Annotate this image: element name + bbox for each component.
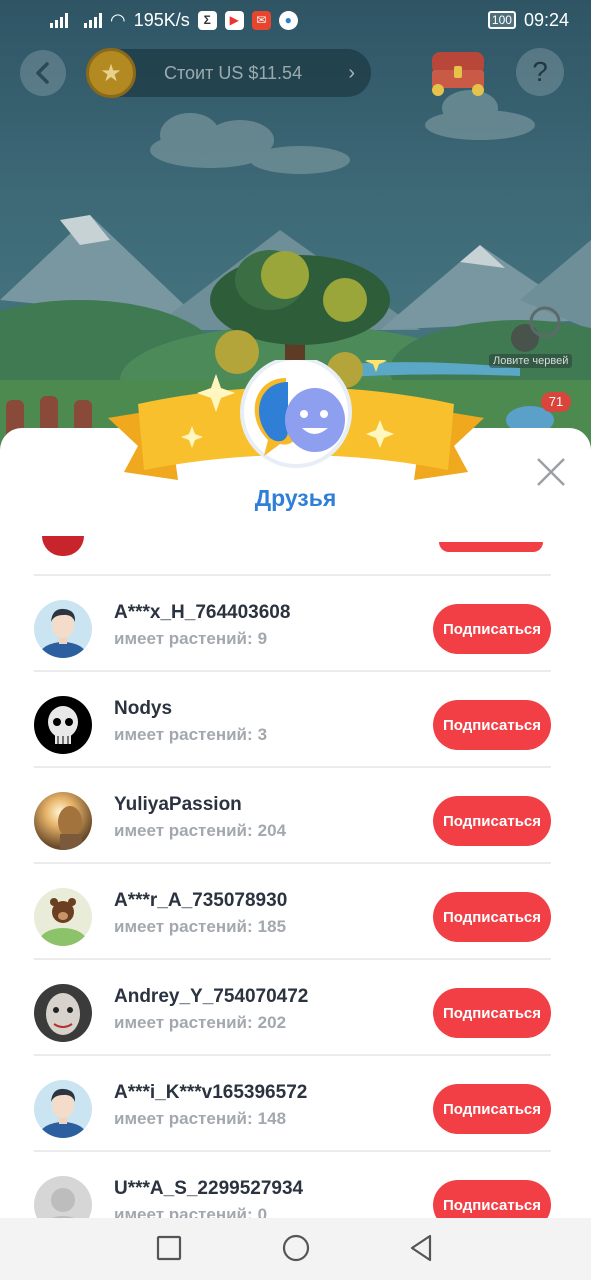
- coin-star-icon: ★: [86, 48, 136, 98]
- sigma-app-icon: Σ: [197, 10, 217, 30]
- catch-worms-label[interactable]: Ловите червей: [489, 354, 573, 368]
- bear-avatar-icon: [34, 888, 92, 946]
- plants-count: имеет растений: 9: [114, 629, 268, 648]
- follow-button-partial[interactable]: [439, 542, 543, 552]
- close-icon[interactable]: [532, 453, 570, 491]
- username: A***x_H_764403608: [114, 602, 291, 623]
- username: Nodys: [114, 698, 173, 719]
- avatar: [34, 1176, 92, 1218]
- youtube-icon: ▶: [224, 10, 244, 30]
- friends-ribbon-banner: [108, 360, 484, 480]
- default-avatar-icon: [34, 1080, 92, 1138]
- follow-button[interactable]: Подписаться: [433, 988, 551, 1038]
- avatar: [34, 1080, 92, 1138]
- username: A***i_K***v165396572: [114, 1082, 308, 1103]
- home-circle-icon[interactable]: [281, 1233, 311, 1263]
- avatar: [34, 792, 92, 850]
- username: YuliyaPassion: [114, 794, 242, 815]
- skull-avatar-icon: [34, 696, 92, 754]
- navigation-bar: [0, 1218, 591, 1280]
- plants-count: имеет растений: 3: [114, 725, 268, 744]
- follow-button[interactable]: Подписаться: [433, 604, 551, 654]
- list-item-partial: [34, 528, 551, 576]
- avatar: [42, 536, 84, 556]
- username: U***A_S_2299527934: [114, 1178, 304, 1199]
- list-item: A***i_K***v165396572 имеет растений: 148 …: [34, 1054, 551, 1150]
- list-item: Andrey_Y_754070472 имеет растений: 202 По…: [34, 958, 551, 1054]
- help-button[interactable]: ?: [516, 48, 564, 96]
- follow-button[interactable]: Подписаться: [433, 700, 551, 750]
- avatar: [34, 600, 92, 658]
- back-triangle-icon[interactable]: [406, 1233, 436, 1263]
- friends-list[interactable]: A***x_H_764403608 имеет растений: 9 Подпи…: [34, 528, 551, 1218]
- recent-apps-square-icon[interactable]: [154, 1233, 184, 1263]
- back-button[interactable]: [20, 50, 66, 96]
- avatar: [34, 696, 92, 754]
- plants-count: имеет растений: 0: [114, 1205, 268, 1218]
- list-item: A***x_H_764403608 имеет растений: 9 Подпи…: [34, 574, 551, 670]
- clown-avatar-icon: [34, 984, 92, 1042]
- plants-count: имеет растений: 204: [114, 821, 287, 840]
- signal-icon: [84, 12, 102, 28]
- plants-count: имеет растений: 185: [114, 917, 287, 936]
- list-item: A***r_A_735078930 имеет растений: 185 Под…: [34, 862, 551, 958]
- placeholder-avatar-icon: [34, 1176, 92, 1218]
- signal-icon: [50, 12, 68, 28]
- photo-avatar-icon: [34, 792, 92, 850]
- username: A***r_A_735078930: [114, 890, 288, 911]
- wifi-icon: ◠: [110, 9, 126, 30]
- list-item: YuliyaPassion имеет растений: 204 Подписа…: [34, 766, 551, 862]
- price-label: Стоит US $11.54: [164, 62, 303, 83]
- avatar: [34, 888, 92, 946]
- treasure-chest-icon[interactable]: [428, 44, 488, 96]
- follow-button[interactable]: Подписаться: [433, 892, 551, 942]
- plants-count: имеет растений: 148: [114, 1109, 287, 1128]
- chevron-left-icon: [36, 62, 49, 84]
- avatar: [34, 984, 92, 1042]
- list-item: Nodys имеет растений: 3 Подписаться: [34, 670, 551, 766]
- modal-title: Друзья: [254, 485, 337, 511]
- list-item: U***A_S_2299527934 имеет растений: 0 Подп…: [34, 1150, 551, 1218]
- clock: 09:24: [523, 9, 569, 30]
- username: Andrey_Y_754070472: [114, 986, 309, 1007]
- follow-button[interactable]: Подписаться: [433, 796, 551, 846]
- browser-icon: ●: [278, 10, 298, 30]
- notification-badge: 71: [541, 392, 571, 412]
- network-speed: 195K/s: [133, 9, 190, 30]
- chevron-right-icon: ›: [348, 61, 355, 84]
- follow-button[interactable]: Подписаться: [433, 1180, 551, 1218]
- follow-button[interactable]: Подписаться: [433, 1084, 551, 1134]
- default-avatar-icon: [34, 600, 92, 658]
- plants-count: имеет растений: 202: [114, 1013, 287, 1032]
- price-pill[interactable]: ★ Стоит US $11.54 ›: [86, 48, 371, 98]
- status-bar: ◠ 195K/s Σ ▶ ✉ ● 100 09:24: [0, 0, 591, 40]
- aliexpress-icon: ✉: [251, 10, 271, 30]
- battery-icon: 100: [487, 11, 516, 29]
